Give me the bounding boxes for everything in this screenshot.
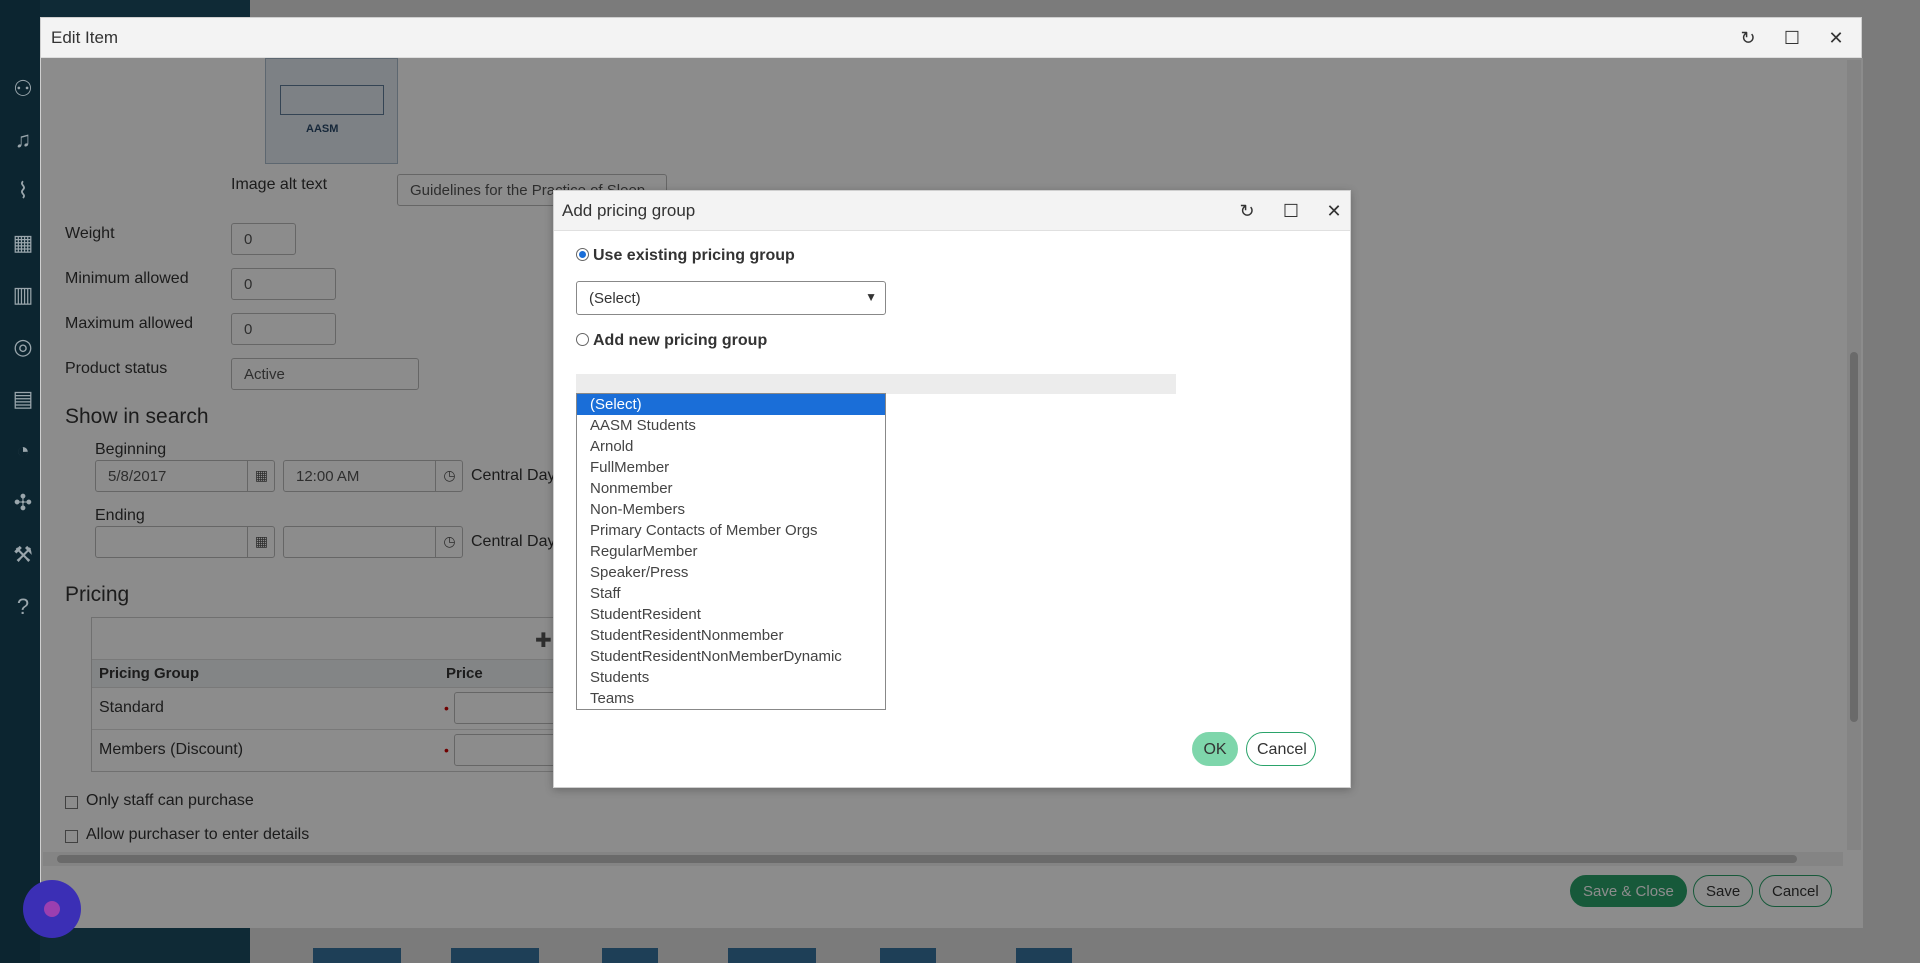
list-item[interactable]: RegularMember [577,541,885,562]
pie-chart-icon[interactable]: ◔ [8,436,38,466]
app-sidebar: ⚇ ♫ ⌇ ▦ ▥ ◎ ▤ ◔ ✣ ⚒ ? [0,0,40,963]
edit-item-titlebar: Edit Item ↻ ☐ ✕ [41,18,1861,58]
target-icon[interactable]: ◎ [8,332,38,362]
refresh-icon[interactable]: ↻ [1233,197,1261,225]
calendar-icon[interactable]: ▦ [8,228,38,258]
list-item[interactable]: (Select) [577,394,885,415]
list-item[interactable]: StudentResidentNonmember [577,625,885,646]
add-new-radio[interactable] [576,333,589,346]
edit-item-title: Edit Item [51,28,119,47]
list-item[interactable]: Speaker/Press [577,562,885,583]
list-item[interactable]: Nonmember [577,478,885,499]
dialog-titlebar: Add pricing group ↻ ☐ ✕ [554,191,1350,231]
pricing-group-select[interactable]: (Select) ▼ [576,281,886,315]
tools-icon[interactable]: ⚒ [8,540,38,570]
thermometer-icon[interactable]: ⌇ [8,176,38,206]
chat-icon [44,901,60,917]
use-existing-radio[interactable] [576,248,589,261]
background-thumbnail [728,948,816,963]
list-item[interactable]: StudentResidentNonMemberDynamic [577,646,885,667]
chart-icon[interactable]: ▥ [8,280,38,310]
list-item[interactable]: Arnold [577,436,885,457]
people-icon[interactable]: ⚇ [8,74,38,104]
list-item[interactable]: Teams [577,688,885,709]
chat-widget-button[interactable] [23,880,81,938]
close-icon[interactable]: ✕ [1822,24,1850,52]
background-thumbnail [602,948,658,963]
maximize-icon[interactable]: ☐ [1277,197,1305,225]
close-icon[interactable]: ✕ [1320,197,1348,225]
bell-icon[interactable]: ♫ [8,125,38,155]
list-item[interactable]: Staff [577,583,885,604]
pricing-group-listbox[interactable]: (Select) AASM Students Arnold FullMember… [576,393,886,710]
background-thumbnail [313,948,401,963]
add-new-label: Add new pricing group [593,332,768,349]
background-thumbnail [880,948,936,963]
list-item[interactable]: AASM Students [577,415,885,436]
maximize-icon[interactable]: ☐ [1778,24,1806,52]
puzzle-icon[interactable]: ✣ [8,488,38,518]
cancel-button[interactable]: Cancel [1246,732,1316,766]
background-thumbnail [1016,948,1072,963]
list-item[interactable]: FullMember [577,457,885,478]
help-icon[interactable]: ? [8,592,38,622]
list-item[interactable]: StudentResident [577,604,885,625]
new-group-input-bar [576,374,1176,394]
add-pricing-group-dialog: Add pricing group ↻ ☐ ✕ Use existing pri… [553,190,1351,788]
dialog-title: Add pricing group [562,201,696,220]
ok-button[interactable]: OK [1192,732,1238,766]
refresh-icon[interactable]: ↻ [1734,24,1762,52]
list-item[interactable]: Students [577,667,885,688]
use-existing-option[interactable]: Use existing pricing group [576,247,795,265]
use-existing-label: Use existing pricing group [593,247,795,264]
background-thumbnail [451,948,539,963]
add-new-option[interactable]: Add new pricing group [576,332,767,350]
folder-icon[interactable]: ▤ [8,384,38,414]
list-item[interactable]: Non-Members [577,499,885,520]
chevron-down-icon: ▼ [865,290,877,304]
list-item[interactable]: Primary Contacts of Member Orgs [577,520,885,541]
